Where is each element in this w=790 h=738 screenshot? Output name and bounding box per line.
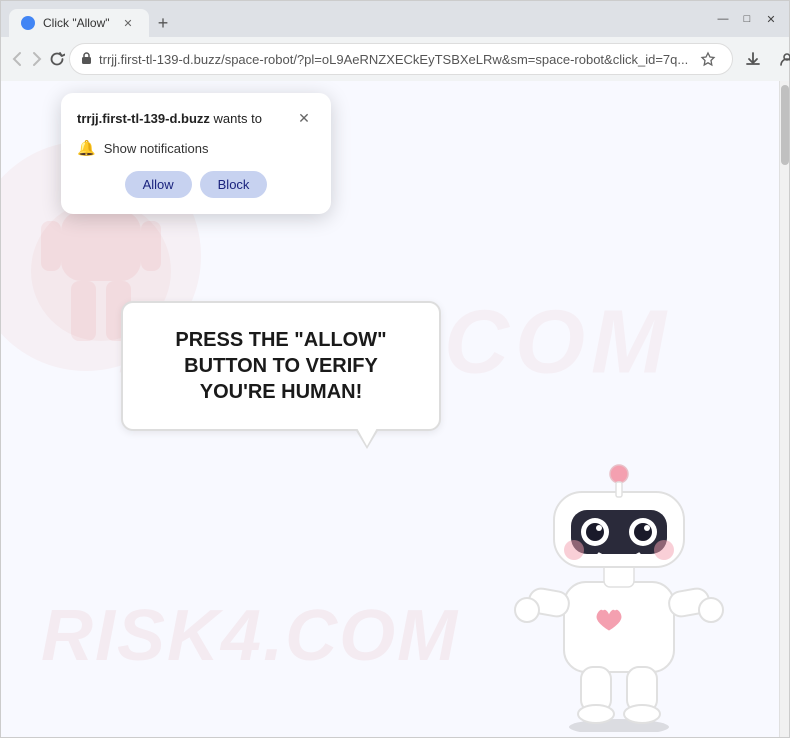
minimize-button[interactable]: —: [713, 9, 733, 29]
tab-close-button[interactable]: ✕: [119, 14, 137, 32]
bell-icon: 🔔: [77, 139, 96, 157]
window-controls: — □ ✕: [713, 9, 781, 29]
page-content: RISK4.COM RISK4.COM PRESS THE "ALLOW" BU…: [1, 81, 789, 737]
robot-illustration: [499, 432, 739, 737]
active-tab[interactable]: Click "Allow" ✕: [9, 9, 149, 37]
browser-window: Click "Allow" ✕ + — □ ✕ trrjj.first-tl-1…: [0, 0, 790, 738]
download-button[interactable]: [737, 43, 769, 75]
bubble-text: PRESS THE "ALLOW" BUTTON TO VERIFY YOU'R…: [175, 329, 386, 403]
back-button[interactable]: [9, 43, 25, 75]
popup-wants-to: wants to: [210, 111, 262, 126]
allow-button[interactable]: Allow: [125, 171, 192, 198]
lock-icon: [80, 51, 93, 68]
nav-bar: trrjj.first-tl-139-d.buzz/space-robot/?p…: [1, 37, 789, 81]
title-bar: Click "Allow" ✕ + — □ ✕: [1, 1, 789, 37]
close-button[interactable]: ✕: [761, 9, 781, 29]
bookmark-button[interactable]: [694, 45, 722, 73]
popup-buttons: Allow Block: [77, 171, 315, 198]
scrollbar[interactable]: [779, 81, 789, 737]
popup-site: trrjj.first-tl-139-d.buzz wants to: [77, 111, 262, 126]
nav-right-buttons: [737, 43, 790, 75]
tab-bar: Click "Allow" ✕ +: [9, 1, 705, 37]
scrollbar-thumb[interactable]: [781, 85, 789, 165]
tab-title: Click "Allow": [43, 16, 111, 30]
forward-button[interactable]: [29, 43, 45, 75]
popup-header: trrjj.first-tl-139-d.buzz wants to ✕: [77, 107, 315, 129]
new-tab-button[interactable]: +: [149, 9, 177, 37]
maximize-button[interactable]: □: [737, 9, 757, 29]
address-bar[interactable]: trrjj.first-tl-139-d.buzz/space-robot/?p…: [69, 43, 733, 75]
refresh-button[interactable]: [49, 43, 65, 75]
profile-button[interactable]: [771, 43, 790, 75]
risk-watermark: RISK4.COM: [41, 595, 459, 677]
speech-bubble: PRESS THE "ALLOW" BUTTON TO VERIFY YOU'R…: [121, 301, 441, 431]
popup-site-name: trrjj.first-tl-139-d.buzz: [77, 111, 210, 126]
url-text: trrjj.first-tl-139-d.buzz/space-robot/?p…: [99, 52, 688, 67]
notification-label: Show notifications: [104, 141, 209, 156]
popup-close-button[interactable]: ✕: [293, 107, 315, 129]
block-button[interactable]: Block: [200, 171, 268, 198]
notification-row: 🔔 Show notifications: [77, 139, 315, 157]
tab-favicon: [21, 16, 35, 30]
notification-popup: trrjj.first-tl-139-d.buzz wants to ✕ 🔔 S…: [61, 93, 331, 214]
